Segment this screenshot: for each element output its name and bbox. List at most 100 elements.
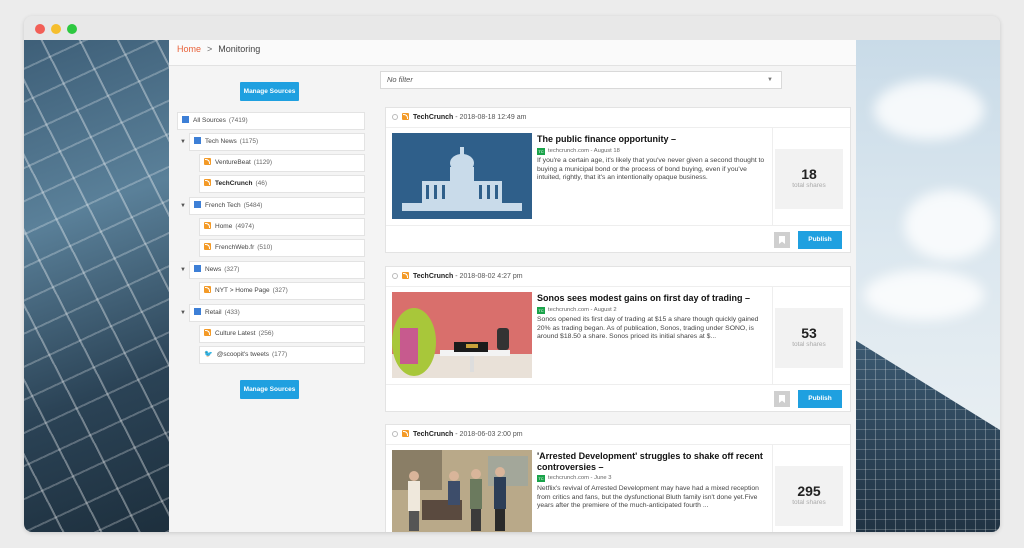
article-datetime: - 2018-08-18 12:49 am (453, 114, 527, 121)
article-body: The public finance opportunity – TC techc… (386, 128, 850, 226)
divider (772, 445, 773, 532)
article-card: TechCrunch - 2018-06-03 2:00 pm 'Arreste… (385, 424, 851, 532)
divider (772, 287, 773, 385)
source-count: (327) (272, 287, 288, 294)
techcrunch-logo-icon: TC (537, 475, 545, 482)
breadcrumb: Home > Monitoring (169, 40, 856, 66)
browser-window: Home > Monitoring Manage Sources All Sourc… (24, 16, 1000, 532)
source-label: TechCrunch (215, 180, 253, 187)
techcrunch-logo-icon: TC (537, 307, 545, 314)
chevron-down-icon[interactable]: ▼ (180, 198, 186, 214)
article-datetime: - 2018-06-03 2:00 pm (453, 431, 523, 438)
chevron-down-icon[interactable]: ▼ (180, 262, 186, 278)
source-item-all-sources[interactable]: All Sources (7419) (177, 112, 365, 130)
background-cloud (864, 270, 984, 320)
bookmark-button[interactable] (774, 391, 790, 407)
select-radio[interactable] (392, 431, 398, 437)
source-item-tech-news[interactable]: ▼ Tech News (1175) (180, 133, 365, 151)
article-body: Sonos sees modest gains on first day of … (386, 287, 850, 385)
bookmark-button[interactable] (774, 232, 790, 248)
source-count: (1175) (239, 138, 259, 145)
background-building-left (24, 40, 169, 532)
article-source: TechCrunch (413, 431, 454, 438)
folder-icon (194, 201, 201, 208)
source-count: (5484) (243, 202, 263, 209)
breadcrumb-current: Monitoring (218, 44, 261, 54)
rss-icon (402, 430, 409, 437)
publish-button[interactable]: Publish (798, 231, 842, 249)
article-header: TechCrunch - 2018-08-18 12:49 am (386, 108, 850, 128)
source-item-scoopit-tweets[interactable]: 🐦 @scoopit's tweets (177) (199, 346, 365, 364)
breadcrumb-home-link[interactable]: Home (177, 44, 201, 54)
twitter-icon: 🐦 (204, 351, 213, 358)
manage-sources-button-bottom[interactable]: Manage Sources (240, 380, 299, 399)
article-site-text: techcrunch.com - June 3 (548, 475, 612, 481)
articles-panel: No filter ▼ TechCrunch - 2018-08-18 12:4… (374, 67, 856, 532)
source-count: (7419) (228, 117, 248, 124)
share-count-label: total shares (792, 499, 826, 506)
chevron-down-icon[interactable]: ▼ (180, 305, 186, 321)
source-item-home[interactable]: Home (4974) (199, 218, 365, 236)
article-excerpt: Netflix's revival of Arrested Developmen… (537, 485, 759, 509)
article-thumbnail-arrested-development[interactable] (392, 450, 532, 532)
article-title-link[interactable]: 'Arrested Development' struggles to shak… (537, 451, 769, 473)
article-thumbnail-sonos[interactable] (392, 292, 532, 378)
rss-icon (204, 243, 211, 250)
source-item-frenchweb[interactable]: FrenchWeb.fr (510) (199, 239, 365, 257)
source-item-news[interactable]: ▼ News (327) (180, 261, 365, 279)
source-count: (327) (224, 266, 240, 273)
chevron-down-icon[interactable]: ▼ (180, 134, 186, 150)
article-thumbnail-capitol[interactable] (392, 133, 532, 219)
select-radio[interactable] (392, 273, 398, 279)
source-item-venturebeat[interactable]: VentureBeat (1129) (199, 154, 365, 172)
chevron-down-icon: ▼ (767, 77, 773, 83)
article-header: TechCrunch - 2018-06-03 2:00 pm (386, 425, 850, 445)
article-title-link[interactable]: Sonos sees modest gains on first day of … (537, 293, 769, 304)
folder-icon (194, 265, 201, 272)
techcrunch-logo-icon: TC (537, 148, 545, 155)
maximize-window-button[interactable] (67, 24, 77, 34)
source-item-culture-latest[interactable]: Culture Latest (256) (199, 325, 365, 343)
close-window-button[interactable] (35, 24, 45, 34)
minimize-window-button[interactable] (51, 24, 61, 34)
article-body: 'Arrested Development' struggles to shak… (386, 445, 850, 532)
rss-icon (402, 272, 409, 279)
source-item-techcrunch[interactable]: TechCrunch (46) (199, 175, 365, 193)
filter-select[interactable]: No filter ▼ (380, 71, 782, 89)
article-site: TC techcrunch.com - August 18 (537, 148, 620, 155)
monitoring-app: Home > Monitoring Manage Sources All Sourc… (169, 40, 856, 532)
share-count-box: 295 total shares (775, 466, 843, 526)
article-header: TechCrunch - 2018-08-02 4:27 pm (386, 267, 850, 287)
article-source: TechCrunch (413, 273, 454, 280)
rss-icon (204, 222, 211, 229)
source-item-retail[interactable]: ▼ Retail (433) (180, 304, 365, 322)
source-label: All Sources (193, 117, 226, 124)
background-building-right (855, 340, 1000, 532)
source-label: @scoopit's tweets (216, 351, 269, 358)
source-label: News (205, 266, 222, 273)
share-count: 53 (801, 325, 817, 341)
breadcrumb-separator: > (207, 44, 213, 54)
article-footer: Publish (386, 385, 850, 411)
article-card: TechCrunch - 2018-08-02 4:27 pm Sonos se… (385, 266, 851, 412)
window-titlebar (24, 16, 1000, 40)
source-label: Retail (205, 309, 222, 316)
source-label: Tech News (205, 138, 237, 145)
select-radio[interactable] (392, 114, 398, 120)
article-title-link[interactable]: The public finance opportunity – (537, 134, 769, 145)
source-label: French Tech (205, 202, 241, 209)
article-card: TechCrunch - 2018-08-18 12:49 am The pub… (385, 107, 851, 253)
source-count: (510) (257, 244, 273, 251)
article-excerpt: If you're a certain age, it's likely tha… (537, 157, 765, 181)
manage-sources-button-top[interactable]: Manage Sources (240, 82, 299, 101)
article-site: TC techcrunch.com - June 3 (537, 475, 611, 482)
source-label: Culture Latest (215, 330, 256, 337)
divider (772, 128, 773, 226)
folder-icon (194, 137, 201, 144)
source-item-french-tech[interactable]: ▼ French Tech (5484) (180, 197, 365, 215)
source-count: (433) (224, 309, 240, 316)
source-count: (1129) (253, 159, 273, 166)
publish-button[interactable]: Publish (798, 390, 842, 408)
article-site-text: techcrunch.com - August 2 (548, 307, 617, 313)
source-item-nyt[interactable]: NYT > Home Page (327) (199, 282, 365, 300)
